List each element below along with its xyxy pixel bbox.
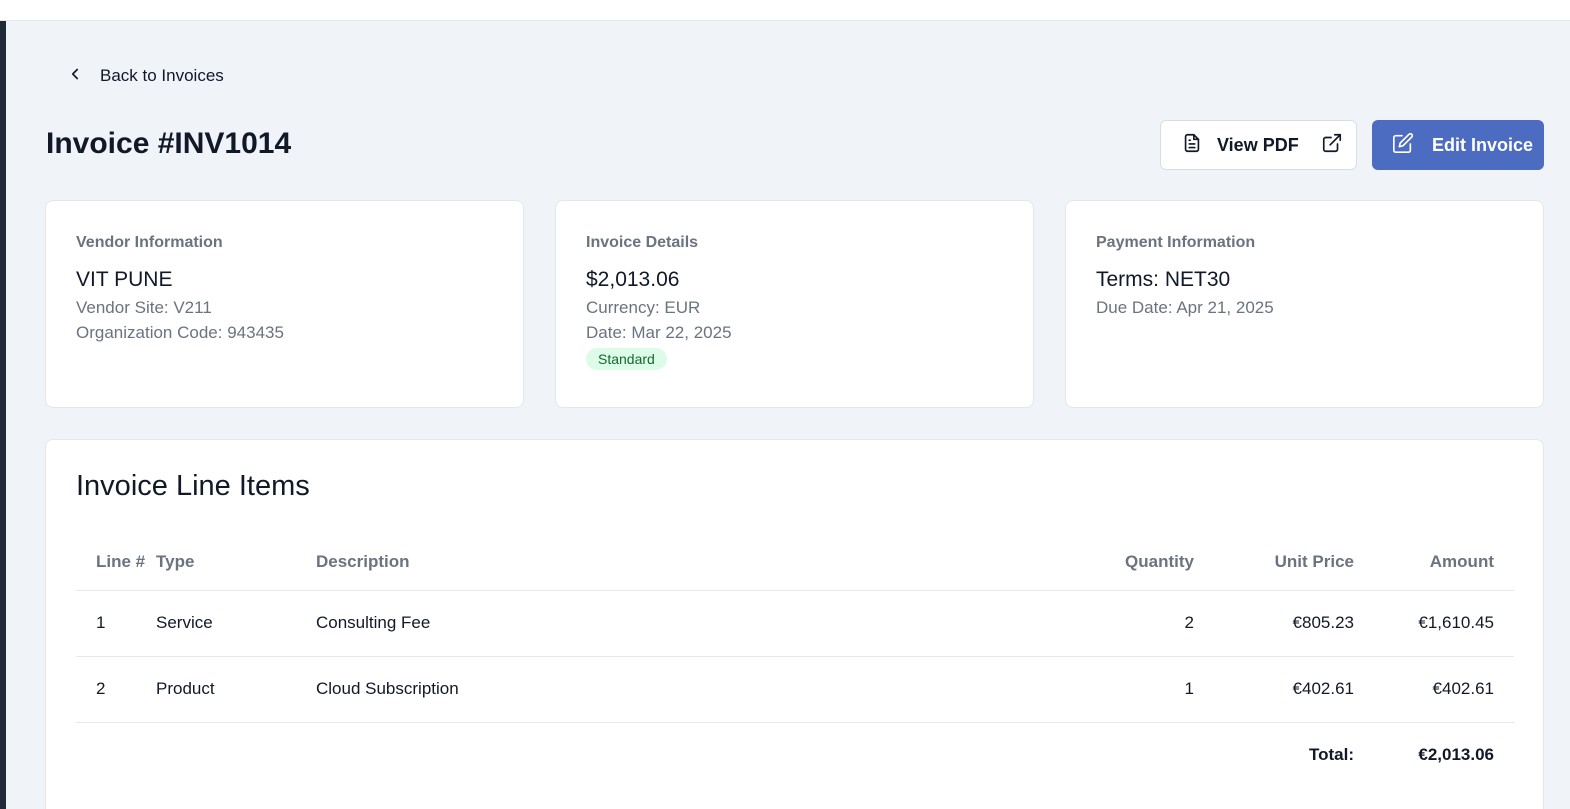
cell-type: Service xyxy=(156,590,316,657)
cell-description: Consulting Fee xyxy=(316,590,974,657)
payment-terms: Terms: NET30 xyxy=(1096,268,1231,291)
edit-icon xyxy=(1392,132,1414,159)
invoice-date: Date: Mar 22, 2025 xyxy=(586,323,732,342)
total-value: €2,013.06 xyxy=(1418,745,1494,765)
cell-unit-price: €402.61 xyxy=(1194,656,1354,723)
due-date: Due Date: Apr 21, 2025 xyxy=(1096,298,1274,317)
view-pdf-label: View PDF xyxy=(1217,134,1299,155)
table-header-row: Line # Type Description Quantity Unit Pr… xyxy=(76,535,1514,591)
line-items-title: Invoice Line Items xyxy=(76,470,310,502)
column-header-amount: Amount xyxy=(1354,535,1514,591)
payment-info-card: Payment Information Terms: NET30 Due Dat… xyxy=(1065,200,1544,408)
external-link-icon xyxy=(1321,132,1343,159)
table-row[interactable]: 2 Product Cloud Subscription 1 €402.61 €… xyxy=(76,656,1514,723)
column-header-description: Description xyxy=(316,535,974,591)
column-header-unit-price: Unit Price xyxy=(1194,535,1354,591)
cell-amount: €402.61 xyxy=(1354,656,1514,723)
cell-quantity: 1 xyxy=(974,656,1194,723)
invoice-details-card: Invoice Details $2,013.06 Currency: EUR … xyxy=(555,200,1034,408)
line-items-panel: Invoice Line Items Line # Type Descripti… xyxy=(45,439,1544,809)
invoice-details-label: Invoice Details xyxy=(586,234,699,251)
cell-line: 1 xyxy=(76,590,156,657)
vendor-site: Vendor Site: V211 xyxy=(76,298,212,317)
column-header-line: Line # xyxy=(76,535,156,591)
cell-amount: €1,610.45 xyxy=(1354,590,1514,657)
edit-invoice-label: Edit Invoice xyxy=(1432,134,1534,155)
vendor-info-card: Vendor Information VIT PUNE Vendor Site:… xyxy=(45,200,524,408)
column-header-type: Type xyxy=(156,535,316,591)
total-row: Total: €2,013.06 xyxy=(76,722,1514,788)
organization-code: Organization Code: 943435 xyxy=(76,323,284,342)
invoice-amount: $2,013.06 xyxy=(586,268,680,291)
back-to-invoices-link[interactable]: Back to Invoices xyxy=(66,63,224,89)
vendor-info-label: Vendor Information xyxy=(76,234,223,251)
back-link-label: Back to Invoices xyxy=(100,66,224,85)
edit-invoice-button[interactable]: Edit Invoice xyxy=(1372,120,1544,170)
file-text-icon xyxy=(1181,132,1203,159)
cell-line: 2 xyxy=(76,656,156,723)
line-items-table: Line # Type Description Quantity Unit Pr… xyxy=(76,535,1514,788)
table-row[interactable]: 1 Service Consulting Fee 2 €805.23 €1,61… xyxy=(76,590,1514,657)
cell-unit-price: €805.23 xyxy=(1194,590,1354,657)
invoice-currency: Currency: EUR xyxy=(586,298,701,317)
chevron-left-icon xyxy=(66,65,84,88)
invoice-type-badge: Standard xyxy=(586,348,667,370)
page-title: Invoice #INV1014 xyxy=(46,127,292,160)
view-pdf-button[interactable]: View PDF xyxy=(1160,120,1357,170)
top-bar xyxy=(0,0,1570,21)
main-content: Back to Invoices Invoice #INV1014 View P… xyxy=(6,21,1570,809)
total-label: Total: xyxy=(1308,745,1354,765)
vendor-name: VIT PUNE xyxy=(76,268,173,291)
cell-quantity: 2 xyxy=(974,590,1194,657)
column-header-quantity: Quantity xyxy=(974,535,1194,591)
payment-info-label: Payment Information xyxy=(1096,234,1256,251)
cell-type: Product xyxy=(156,656,316,723)
cell-description: Cloud Subscription xyxy=(316,656,974,723)
